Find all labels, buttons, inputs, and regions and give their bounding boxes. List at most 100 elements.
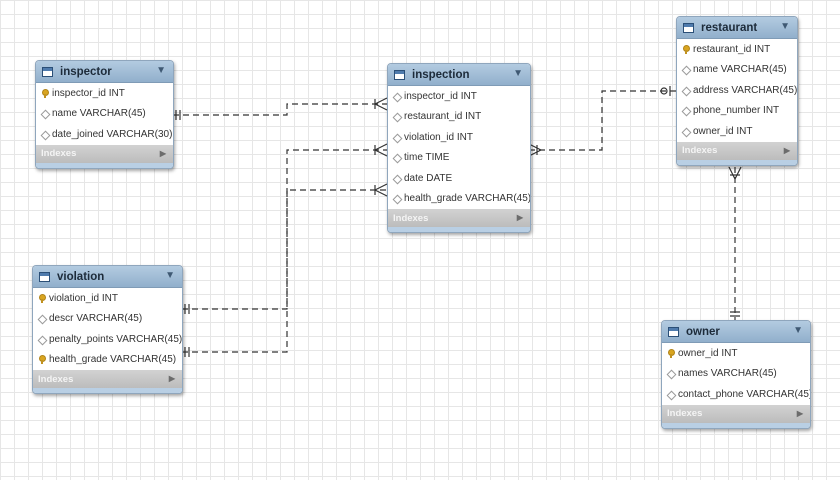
column-diamond-icon bbox=[392, 174, 401, 183]
column-row[interactable]: owner_id INT bbox=[662, 343, 810, 364]
column-label: contact_phone VARCHAR(45) bbox=[678, 388, 811, 400]
table-owner[interactable]: owner ▼ owner_id INT names VARCHAR(45) c… bbox=[661, 320, 811, 429]
table-bottom-bar bbox=[36, 162, 173, 168]
column-row[interactable]: date_joined VARCHAR(30) bbox=[36, 124, 173, 145]
column-label: names VARCHAR(45) bbox=[678, 368, 777, 380]
column-label: restaurant_id INT bbox=[693, 43, 771, 55]
indexes-label: Indexes bbox=[38, 373, 74, 385]
column-diamond-icon bbox=[681, 106, 690, 115]
column-diamond-icon bbox=[666, 390, 675, 399]
table-bottom-bar bbox=[388, 227, 530, 232]
expand-arrow-icon[interactable]: ▶ bbox=[797, 409, 803, 418]
column-row[interactable]: names VARCHAR(45) bbox=[662, 364, 810, 385]
column-diamond-icon bbox=[681, 127, 690, 136]
collapse-arrow-icon[interactable]: ▼ bbox=[165, 270, 175, 281]
column-diamond-icon bbox=[40, 109, 49, 118]
table-inspection[interactable]: inspection ▼ inspector_id INT restaurant… bbox=[387, 63, 531, 233]
table-bottom-bar bbox=[33, 388, 182, 393]
indexes-section[interactable]: Indexes ▶ bbox=[662, 404, 810, 423]
expand-arrow-icon[interactable]: ▶ bbox=[517, 213, 523, 222]
link-violation-inspection-grade[interactable] bbox=[182, 189, 387, 353]
column-row[interactable]: violation_id INT bbox=[33, 288, 182, 309]
table-header[interactable]: restaurant ▼ bbox=[677, 17, 797, 39]
column-diamond-icon bbox=[681, 86, 690, 95]
table-violation[interactable]: violation ▼ violation_id INT descr VARCH… bbox=[32, 265, 183, 394]
column-row[interactable]: owner_id INT bbox=[677, 121, 797, 142]
column-label: health_grade VARCHAR(45) bbox=[49, 354, 177, 366]
column-diamond-icon bbox=[392, 194, 401, 203]
table-icon bbox=[394, 69, 405, 80]
table-bottom-bar bbox=[677, 159, 797, 165]
column-label: violation_id INT bbox=[49, 292, 118, 304]
column-row[interactable]: phone_number INT bbox=[677, 101, 797, 122]
column-label: restaurant_id INT bbox=[404, 111, 482, 123]
primary-key-icon bbox=[37, 355, 46, 365]
indexes-section[interactable]: Indexes ▶ bbox=[33, 370, 182, 388]
table-title: violation bbox=[57, 270, 105, 283]
indexes-section[interactable]: Indexes ▶ bbox=[677, 141, 797, 160]
column-row[interactable]: name VARCHAR(45) bbox=[36, 104, 173, 125]
primary-key-icon bbox=[37, 293, 46, 303]
table-icon bbox=[668, 326, 679, 337]
table-icon bbox=[39, 271, 50, 282]
indexes-label: Indexes bbox=[667, 408, 703, 419]
column-diamond-icon bbox=[681, 65, 690, 74]
column-label: owner_id INT bbox=[678, 347, 738, 359]
column-label: owner_id INT bbox=[693, 125, 753, 137]
table-header[interactable]: inspection ▼ bbox=[388, 64, 530, 86]
column-row[interactable]: restaurant_id INT bbox=[388, 107, 530, 128]
indexes-section[interactable]: Indexes ▶ bbox=[36, 144, 173, 163]
collapse-arrow-icon[interactable]: ▼ bbox=[793, 325, 803, 336]
column-label: violation_id INT bbox=[404, 131, 473, 143]
table-icon bbox=[683, 22, 694, 33]
collapse-arrow-icon[interactable]: ▼ bbox=[513, 68, 523, 79]
column-label: inspector_id INT bbox=[52, 87, 125, 99]
table-bottom-bar bbox=[662, 422, 810, 428]
column-row[interactable]: inspector_id INT bbox=[388, 86, 530, 107]
column-row[interactable]: date DATE bbox=[388, 168, 530, 189]
table-restaurant[interactable]: restaurant ▼ restaurant_id INT name VARC… bbox=[676, 16, 798, 166]
indexes-label: Indexes bbox=[682, 145, 718, 156]
column-diamond-icon bbox=[37, 314, 46, 323]
column-label: address VARCHAR(45) bbox=[693, 84, 798, 96]
column-row[interactable]: descr VARCHAR(45) bbox=[33, 309, 182, 330]
link-restaurant-inspection[interactable] bbox=[529, 90, 676, 151]
column-diamond-icon bbox=[392, 112, 401, 121]
column-row[interactable]: health_grade VARCHAR(45) bbox=[388, 189, 530, 210]
indexes-section[interactable]: Indexes ▶ bbox=[388, 209, 530, 227]
column-row[interactable]: penalty_points VARCHAR(45) bbox=[33, 329, 182, 350]
column-label: descr VARCHAR(45) bbox=[49, 313, 143, 325]
expand-arrow-icon[interactable]: ▶ bbox=[160, 149, 166, 158]
indexes-label: Indexes bbox=[41, 148, 77, 159]
column-label: inspector_id INT bbox=[404, 90, 477, 102]
expand-arrow-icon[interactable]: ▶ bbox=[169, 374, 175, 383]
column-diamond-icon bbox=[40, 130, 49, 139]
table-title: inspection bbox=[412, 68, 470, 81]
expand-arrow-icon[interactable]: ▶ bbox=[784, 146, 790, 155]
primary-key-icon bbox=[681, 44, 690, 54]
column-label: time TIME bbox=[404, 152, 450, 164]
column-label: date DATE bbox=[404, 172, 453, 184]
column-label: phone_number INT bbox=[693, 105, 780, 117]
table-inspector[interactable]: inspector ▼ inspector_id INT name VARCHA… bbox=[35, 60, 174, 169]
column-row[interactable]: violation_id INT bbox=[388, 127, 530, 148]
column-row[interactable]: restaurant_id INT bbox=[677, 39, 797, 60]
collapse-arrow-icon[interactable]: ▼ bbox=[156, 65, 166, 76]
table-header[interactable]: inspector ▼ bbox=[36, 61, 173, 83]
column-label: date_joined VARCHAR(30) bbox=[52, 128, 173, 140]
column-row[interactable]: health_grade VARCHAR(45) bbox=[33, 350, 182, 371]
column-row[interactable]: inspector_id INT bbox=[36, 83, 173, 104]
column-label: name VARCHAR(45) bbox=[52, 108, 146, 120]
table-title: restaurant bbox=[701, 21, 758, 34]
table-header[interactable]: owner ▼ bbox=[662, 321, 810, 343]
column-label: penalty_points VARCHAR(45) bbox=[49, 333, 183, 345]
table-header[interactable]: violation ▼ bbox=[33, 266, 182, 288]
column-row[interactable]: time TIME bbox=[388, 148, 530, 169]
column-diamond-icon bbox=[37, 335, 46, 344]
collapse-arrow-icon[interactable]: ▼ bbox=[780, 21, 790, 32]
link-violation-inspection-id[interactable] bbox=[182, 149, 387, 310]
column-row[interactable]: contact_phone VARCHAR(45) bbox=[662, 384, 810, 405]
link-inspector-inspection[interactable] bbox=[173, 103, 387, 116]
column-row[interactable]: name VARCHAR(45) bbox=[677, 60, 797, 81]
column-row[interactable]: address VARCHAR(45) bbox=[677, 80, 797, 101]
